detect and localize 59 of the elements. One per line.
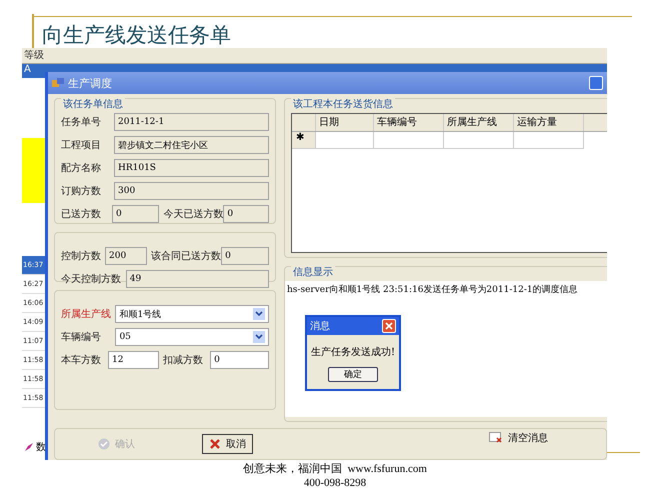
caret-icon <box>253 331 265 343</box>
footer-text: 创意未来，福润中国 www.fsfurun.com <box>243 462 427 476</box>
ok-button[interactable]: 确定 <box>328 367 378 382</box>
dropdown-field[interactable]: 05 <box>115 328 269 346</box>
column-header[interactable]: 日期 <box>316 114 374 131</box>
field-label: 已送方数 <box>61 208 102 221</box>
column-header[interactable]: 运输方量 <box>514 114 584 131</box>
action-button[interactable]: 取消 <box>202 434 253 454</box>
dialog-title: 消息 <box>310 320 330 333</box>
brush-icon <box>24 442 34 452</box>
input-field[interactable]: 0 <box>221 247 269 265</box>
app-icon <box>52 78 64 88</box>
row-marker: ✱ <box>292 132 316 149</box>
caret-icon <box>253 308 265 320</box>
minimize-button[interactable] <box>589 76 603 90</box>
input-field[interactable]: 2011-12-1 <box>114 113 269 131</box>
dialog-title: 生产调度 <box>68 76 112 90</box>
toolbar-label: 数 <box>36 441 46 454</box>
input-field[interactable]: 0 <box>112 205 160 223</box>
field-label: 车辆编号 <box>61 330 102 344</box>
table-cell[interactable] <box>514 132 584 149</box>
table-cell[interactable] <box>316 132 374 149</box>
clear-button[interactable]: 清空消息 <box>489 431 548 445</box>
table-header: 等级 <box>22 48 607 64</box>
close-button[interactable] <box>382 319 396 333</box>
table-cell[interactable] <box>374 132 444 149</box>
cross-icon <box>209 438 221 450</box>
group-title: 该工程本任务送货信息 <box>291 97 395 111</box>
field-label: 所属生产线 <box>61 308 112 321</box>
close-icon <box>385 322 393 330</box>
clear-icon <box>489 432 503 444</box>
input-field[interactable]: 0 <box>223 205 269 223</box>
field-label: 工程项目 <box>61 139 102 152</box>
field-label: 配方名称 <box>61 162 102 175</box>
table-cell[interactable] <box>444 132 514 149</box>
input-field[interactable]: 0 <box>210 351 270 369</box>
input-field[interactable]: 300 <box>114 182 269 200</box>
field-label: 扣减方数 <box>163 354 204 367</box>
highlight-block <box>22 138 45 203</box>
input-field[interactable]: HR101S <box>114 159 269 177</box>
field-label: 任务单号 <box>61 116 102 129</box>
column-header[interactable]: 所属生产线 <box>444 114 514 131</box>
field-label: 本车方数 <box>61 354 102 367</box>
field-label: 订购方数 <box>61 184 102 198</box>
field-label: 控制方数 <box>61 250 101 263</box>
input-field[interactable]: 碧步镇文二村住宅小区 <box>114 136 269 154</box>
check-icon <box>98 438 110 450</box>
footer-phone: 400-098-8298 <box>304 476 366 490</box>
input-field[interactable]: 12 <box>108 351 160 369</box>
dropdown-field[interactable]: 和顺1号线 <box>115 305 269 323</box>
input-field[interactable]: 200 <box>105 247 148 265</box>
group-title: 该任务单信息 <box>61 97 125 111</box>
column-header[interactable]: 车辆编号 <box>374 114 444 131</box>
field-label: 今天控制方数 <box>61 272 122 286</box>
input-field[interactable]: 49 <box>126 270 269 288</box>
message-text: 生产任务发送成功! <box>310 346 396 359</box>
slide-title: 向生产线发送任务单 <box>42 22 232 48</box>
group-title: 信息显示 <box>291 265 335 279</box>
log-message: hs-server向和顺1号线 23:51:16发送任务单号为2011-12-1的调度信息 <box>287 285 578 295</box>
